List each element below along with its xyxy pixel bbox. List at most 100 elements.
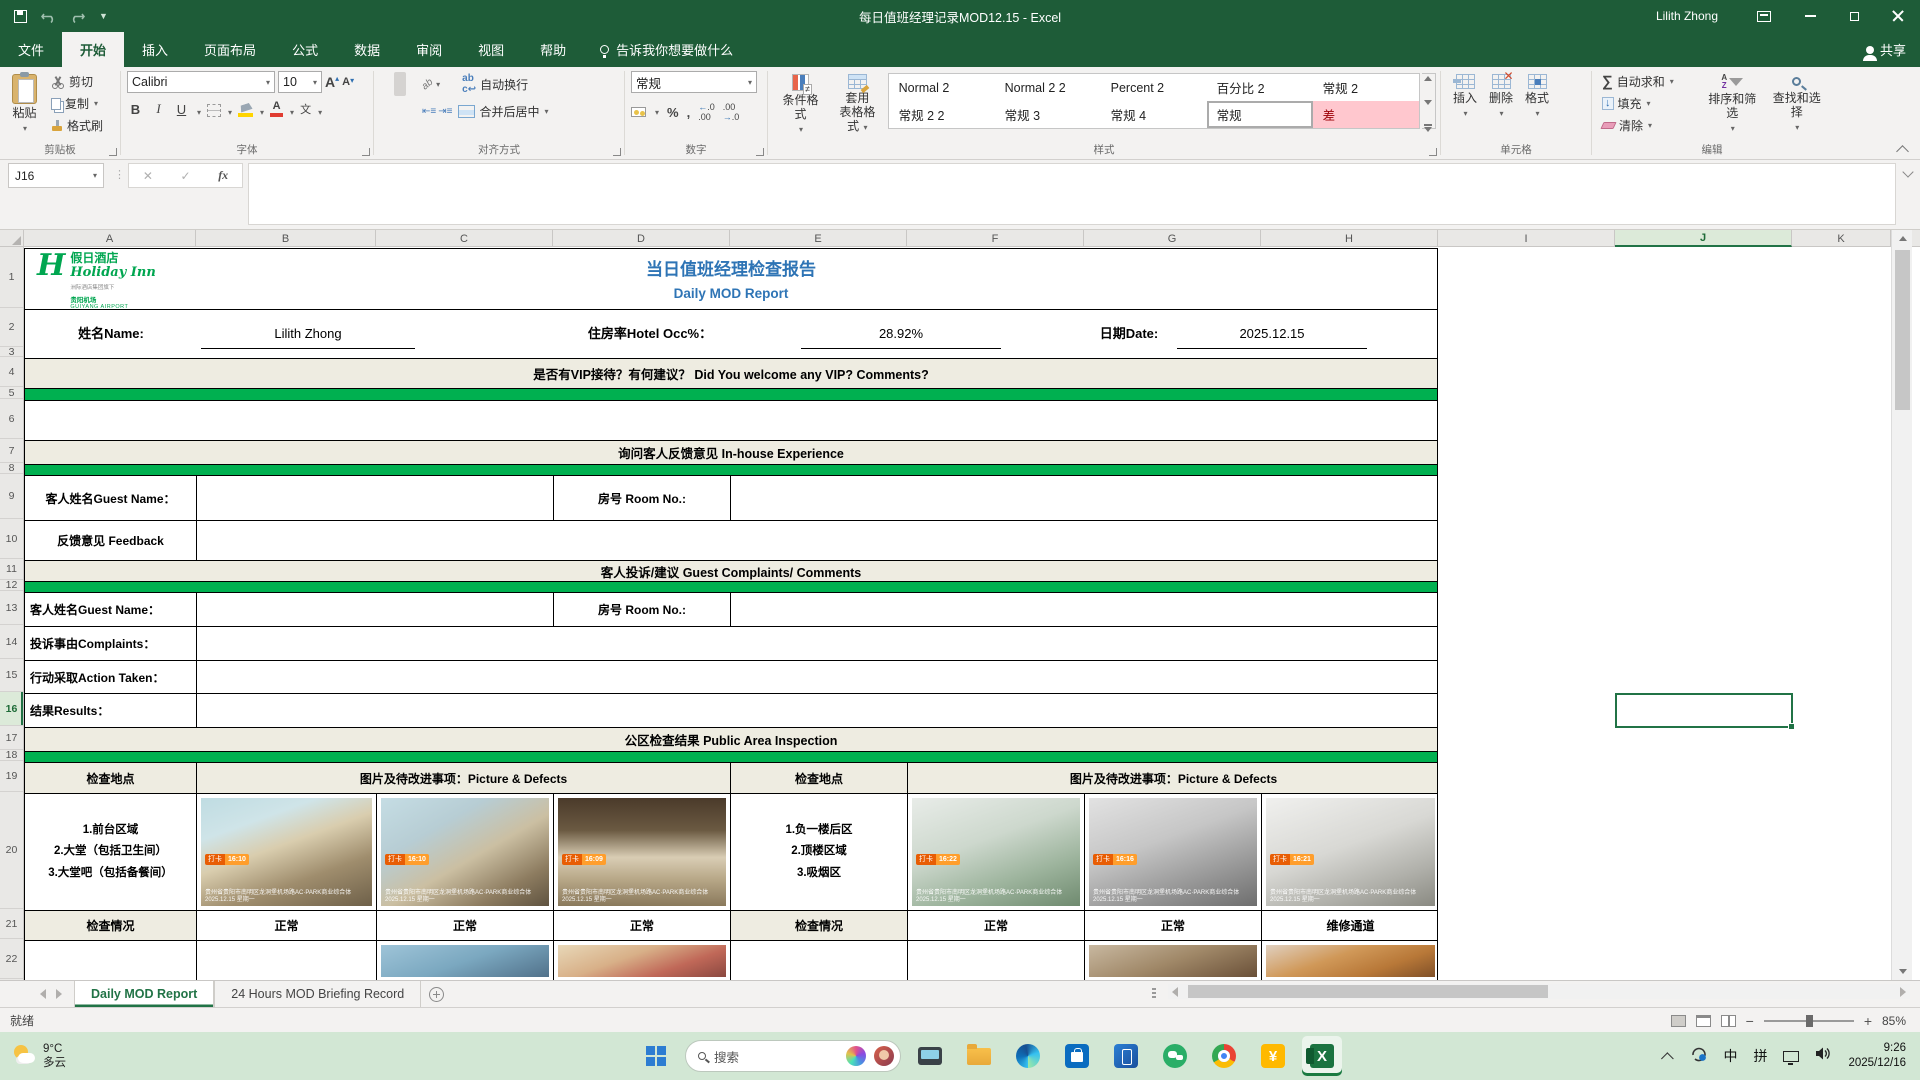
scroll-down-icon[interactable]	[1892, 963, 1913, 980]
task-view-button[interactable]	[910, 1036, 950, 1076]
font-family-combo[interactable]: Calibri▾	[127, 71, 275, 93]
horizontal-scroll-thumb[interactable]	[1188, 985, 1548, 998]
share-button[interactable]: 共享	[1866, 32, 1906, 67]
cell-style-option[interactable]: 百分比 2	[1207, 74, 1313, 101]
decrease-decimal-button[interactable]: .00→.0	[723, 102, 740, 122]
scroll-up-icon[interactable]	[1892, 230, 1913, 247]
column-header-J[interactable]: J	[1615, 230, 1792, 247]
row-header-11[interactable]: 11	[0, 559, 23, 580]
inspection-photo-stairwell[interactable]: 打卡16:21 贵州省贵阳市南明区龙洞堡机场路AC·PARK商业综合体2025.…	[1266, 798, 1435, 906]
vertical-scrollbar[interactable]	[1891, 230, 1912, 980]
ribbon-display-options-button[interactable]	[1744, 0, 1788, 32]
percent-style-button[interactable]: %	[667, 105, 679, 120]
clear-button[interactable]: 清除▾	[1598, 115, 1699, 136]
gallery-up-icon[interactable]	[1424, 76, 1432, 81]
row-header-19[interactable]: 19	[0, 761, 23, 792]
tab-insert[interactable]: 插入	[124, 32, 186, 67]
cell-style-option[interactable]: Percent 2	[1101, 74, 1207, 101]
tab-home[interactable]: 开始	[62, 32, 124, 67]
tab-formulas[interactable]: 公式	[274, 32, 336, 67]
horizontal-scrollbar[interactable]	[1168, 984, 1910, 999]
row-header-7[interactable]: 7	[0, 439, 23, 463]
borders-icon[interactable]	[207, 104, 221, 117]
underline-button[interactable]: U	[173, 102, 190, 117]
page-break-view-button[interactable]	[1721, 1015, 1736, 1027]
row-header-21[interactable]: 21	[0, 909, 23, 939]
chrome-button[interactable]	[1204, 1036, 1244, 1076]
align-center-button[interactable]	[394, 99, 406, 123]
active-cell-selection[interactable]	[1615, 693, 1793, 728]
status-cell[interactable]: 正常	[377, 911, 554, 940]
align-middle-button[interactable]	[394, 72, 406, 96]
column-header-D[interactable]: D	[553, 230, 730, 247]
bold-button[interactable]: B	[127, 102, 144, 117]
sheet-tab-daily-mod-report[interactable]: Daily MOD Report	[74, 981, 214, 1007]
row-header-18[interactable]: 18	[0, 750, 23, 761]
row-header-8[interactable]: 8	[0, 463, 23, 474]
row-header-4[interactable]: 4	[0, 357, 23, 387]
fill-color-button[interactable]	[238, 104, 253, 117]
inspection-photo[interactable]	[1089, 945, 1257, 977]
wrap-text-button[interactable]: abc↩自动换行	[458, 71, 532, 97]
column-header-I[interactable]: I	[1438, 230, 1615, 247]
find-select-button[interactable]: 查找和选择▾	[1766, 71, 1829, 136]
inspection-photo[interactable]	[558, 945, 726, 977]
file-explorer-button[interactable]	[959, 1036, 999, 1076]
redo-icon[interactable]	[70, 10, 85, 23]
taskbar-search-box[interactable]: 搜索	[685, 1040, 901, 1072]
formula-input[interactable]	[248, 163, 1896, 225]
format-painter-button[interactable]: 格式刷	[47, 115, 107, 136]
status-cell[interactable]: 正常	[908, 911, 1085, 940]
scroll-right-icon[interactable]	[1900, 987, 1906, 997]
column-header-K[interactable]: K	[1792, 230, 1891, 247]
zoom-slider-thumb[interactable]	[1806, 1015, 1813, 1027]
row-header-9[interactable]: 9	[0, 474, 23, 519]
format-as-table-button[interactable]: 套用表格格式 ▾	[829, 71, 886, 136]
comma-style-button[interactable]: ,	[687, 105, 691, 120]
gallery-more-icon[interactable]	[1424, 124, 1432, 126]
row-header-12[interactable]: 12	[0, 580, 23, 591]
normal-view-button[interactable]	[1671, 1015, 1686, 1027]
cell-style-option[interactable]: 常规	[1207, 101, 1313, 128]
zoom-level[interactable]: 85%	[1882, 1014, 1912, 1028]
decrease-indent-icon[interactable]: ⇤≡	[422, 106, 436, 117]
column-header-G[interactable]: G	[1084, 230, 1261, 247]
spreadsheet-grid[interactable]: 12345678910111213141516171819202122 H 假日…	[0, 247, 1920, 980]
feedback-cell[interactable]	[197, 521, 1437, 560]
autosum-button[interactable]: ∑自动求和▾	[1598, 71, 1699, 92]
undo-icon[interactable]	[41, 10, 56, 23]
select-all-corner[interactable]	[0, 230, 24, 247]
cell-style-option[interactable]: Normal 2	[889, 74, 995, 101]
guest-name-cell[interactable]	[197, 476, 554, 520]
copilot-icon[interactable]	[846, 1046, 866, 1066]
tell-me-box[interactable]: 告诉我你想要做什么	[584, 32, 749, 67]
increase-indent-icon[interactable]: ⇥≡	[438, 106, 452, 117]
increase-decimal-button[interactable]: ←.0.00	[698, 102, 715, 122]
conditional-formatting-button[interactable]: 条件格式▾	[774, 71, 827, 137]
inspection-photo-lobby-bar[interactable]: 打卡16:09 贵州省贵阳市南明区龙洞堡机场路AC·PARK商业综合体2025.…	[558, 798, 726, 906]
column-header-E[interactable]: E	[730, 230, 907, 247]
inspection-photo[interactable]	[381, 945, 549, 977]
align-left-button[interactable]	[380, 99, 392, 123]
tab-help[interactable]: 帮助	[522, 32, 584, 67]
expand-formula-bar-icon[interactable]	[1902, 166, 1913, 177]
row-header-5[interactable]: 5	[0, 387, 23, 399]
copy-button[interactable]: 复制▾	[47, 93, 107, 114]
row-header-16[interactable]: 16	[0, 692, 23, 726]
column-header-B[interactable]: B	[196, 230, 376, 247]
weather-widget[interactable]: 9°C多云	[0, 1032, 80, 1080]
pay-app-button[interactable]: ¥	[1253, 1036, 1293, 1076]
complaint-cell[interactable]	[197, 627, 1437, 660]
tab-view[interactable]: 视图	[460, 32, 522, 67]
align-top-button[interactable]	[380, 72, 392, 96]
row-header-10[interactable]: 10	[0, 519, 23, 559]
styles-dialog-launcher-icon[interactable]	[1429, 148, 1437, 156]
sheet-tab-24-hours-briefing[interactable]: 24 Hours MOD Briefing Record	[214, 981, 421, 1007]
format-cells-button[interactable]: 格式▾	[1519, 71, 1555, 121]
close-button[interactable]	[1876, 0, 1920, 32]
ime-language-icon[interactable]: 中	[1723, 1046, 1737, 1066]
number-dialog-launcher-icon[interactable]	[756, 148, 764, 156]
inspection-photo-service-corridor[interactable]: 打卡16:22 贵州省贵阳市南明区龙洞堡机场路AC·PARK商业综合体2025.…	[912, 798, 1080, 906]
action-cell[interactable]	[197, 661, 1437, 693]
excel-taskbar-button[interactable]: X	[1302, 1036, 1342, 1076]
